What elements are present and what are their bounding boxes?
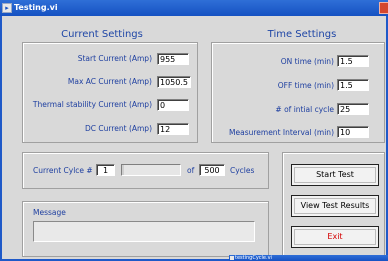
window-titlebar[interactable]: ▸ Testing.vi	[0, 0, 388, 16]
start-current-label: Start Current (Amp)	[77, 54, 152, 63]
dc-current-label: DC Current (Amp)	[85, 124, 152, 133]
message-panel: Message	[22, 201, 269, 257]
close-button[interactable]	[379, 2, 388, 14]
off-time-field[interactable]: 1.5	[337, 79, 369, 91]
second-window-title: testingCycle.vi	[235, 255, 272, 261]
max-ac-current-field[interactable]: 1050.5	[157, 76, 191, 88]
cycles-unit-label: Cycles	[230, 166, 255, 175]
initial-cycle-field[interactable]: 25	[337, 103, 369, 115]
second-window-titlebar[interactable]: testingCycle.vi	[229, 255, 388, 261]
of-label: of	[187, 166, 195, 175]
message-box	[33, 221, 255, 242]
start-current-field[interactable]: 955	[157, 53, 189, 65]
current-cycle-field: 1	[96, 164, 115, 176]
cycle-panel: Current Cylce # 1 of 500 Cycles	[22, 152, 269, 189]
measurement-interval-field[interactable]: 10	[337, 126, 369, 138]
current-settings-panel: Start Current (Amp) 955 Max AC Current (…	[22, 42, 198, 143]
initial-cycle-label: # of intial cycle	[275, 105, 334, 114]
max-ac-current-label: Max AC Current (Amp)	[67, 77, 152, 86]
second-window-icon	[230, 256, 234, 260]
off-time-label: OFF time (min)	[277, 81, 334, 90]
view-test-results-button-label: View Test Results	[300, 201, 370, 210]
thermal-stability-current-label: Thermal stability Current (Amp)	[32, 100, 152, 109]
current-cycle-label: Current Cylce #	[33, 166, 93, 175]
thermal-stability-current-field[interactable]: 0	[157, 99, 189, 111]
exit-button-label: Exit	[327, 232, 343, 241]
buttons-panel: Start Test View Test Results Exit	[282, 152, 385, 258]
start-test-button-label: Start Test	[316, 170, 354, 179]
time-settings-header: Time Settings	[267, 29, 337, 40]
dc-current-field[interactable]: 12	[157, 123, 189, 135]
time-settings-panel: ON time (min) 1.5 OFF time (min) 1.5 # o…	[211, 42, 385, 143]
start-test-button[interactable]: Start Test	[291, 164, 379, 186]
message-label: Message	[33, 208, 66, 217]
on-time-label: ON time (min)	[280, 57, 334, 66]
view-test-results-button[interactable]: View Test Results	[291, 195, 379, 217]
cycle-progress-bar	[121, 164, 181, 176]
cycle-progress-fill	[122, 165, 124, 175]
exit-button[interactable]: Exit	[291, 226, 379, 248]
measurement-interval-label: Measurement Interval (min)	[229, 128, 334, 137]
window-title: Testing.vi	[14, 3, 58, 12]
current-settings-header: Current Settings	[61, 29, 143, 40]
window-left-border	[0, 16, 2, 261]
labview-app-icon: ▸	[2, 3, 12, 13]
total-cycles-field[interactable]: 500	[199, 164, 225, 176]
on-time-field[interactable]: 1.5	[337, 55, 369, 67]
